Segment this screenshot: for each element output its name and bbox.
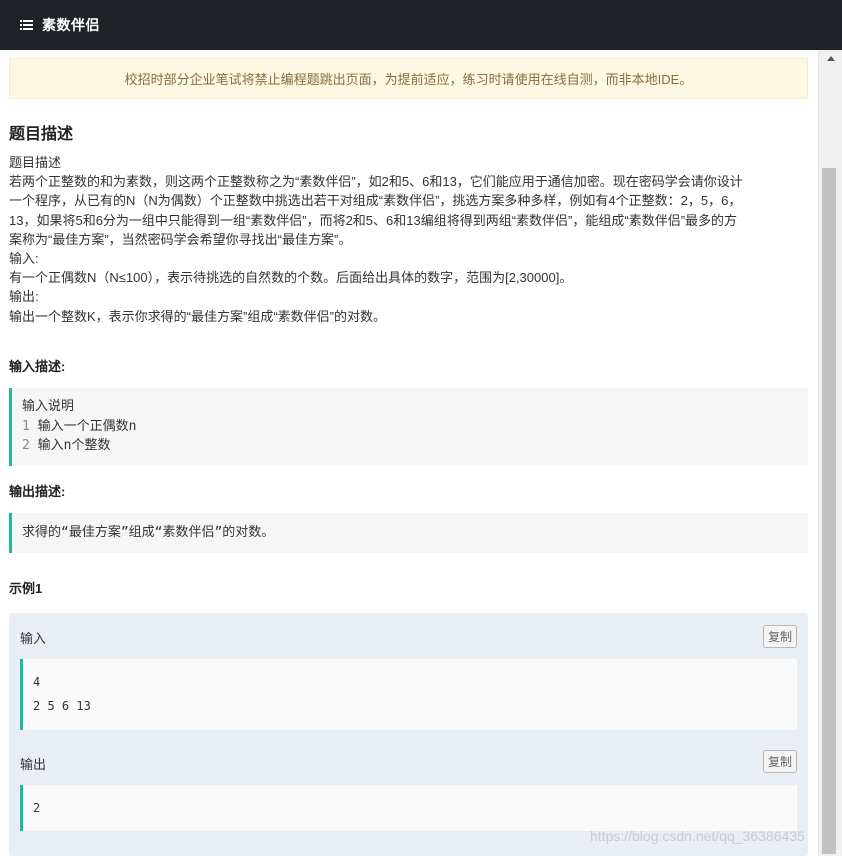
output-description-title: 输出描述: bbox=[9, 484, 66, 499]
problem-section-title: 题目描述 bbox=[9, 126, 74, 143]
copy-output-button[interactable]: 复制 bbox=[763, 750, 797, 773]
input-description-header: 输入说明 bbox=[22, 399, 75, 414]
notice-text: 校招时部分企业笔试将禁止编程题跳出页面，为提前适应，练习时请使用在线自测，而非本… bbox=[124, 72, 693, 87]
description-line: 输出一个整数K，表示你求得的“最佳方案”组成“素数伴侣”的对数。 bbox=[9, 308, 386, 324]
description-line: 一个程序，从已有的N（N为偶数）个正整数中挑选出若干对组成“素数伴侣”，挑选方案… bbox=[9, 193, 742, 209]
example-output-label: 输出 bbox=[20, 757, 47, 772]
description-line: 若两个正整数的和为素数，则这两个正整数称之为“素数伴侣”，如2和5、6和13，它… bbox=[9, 174, 743, 190]
top-navbar: 素数伴侣 bbox=[0, 0, 842, 50]
example-output-line: 2 bbox=[33, 801, 41, 815]
copy-input-button[interactable]: 复制 bbox=[763, 625, 797, 648]
example-panel: 输入 复制 4 2 5 6 13 输出 复制 2 bbox=[9, 613, 808, 856]
main-content: 校招时部分企业笔试将禁止编程题跳出页面，为提前适应，练习时请使用在线自测，而非本… bbox=[0, 50, 818, 856]
output-description-text: 求得的“最佳方案”组成“素数伴侣”的对数。 bbox=[22, 525, 275, 540]
output-description-box: 求得的“最佳方案”组成“素数伴侣”的对数。 bbox=[9, 513, 808, 553]
example-input-line: 2 5 6 13 bbox=[33, 699, 91, 713]
list-icon[interactable] bbox=[20, 19, 33, 31]
description-line: 13，如果将5和6分为一组中只能得到一组“素数伴侣”，而将2和5、6和13编组将… bbox=[9, 212, 738, 228]
input-description-line: 2 输入n个整数 bbox=[22, 436, 808, 456]
vertical-scrollbar[interactable] bbox=[818, 50, 842, 856]
page-title: 素数伴侣 bbox=[42, 17, 100, 33]
warning-notice: 校招时部分企业笔试将禁止编程题跳出页面，为提前适应，练习时请使用在线自测，而非本… bbox=[9, 58, 808, 99]
example-title: 示例1 bbox=[9, 581, 43, 596]
line-text: 输入一个正偶数n bbox=[29, 418, 137, 434]
description-line: 案称为“最佳方案”，当然密码学会希望你寻找出“最佳方案”。 bbox=[9, 231, 352, 247]
input-description-box: 输入说明 1 输入一个正偶数n 2 输入n个整数 bbox=[9, 388, 808, 466]
line-text: 输入n个整数 bbox=[29, 438, 111, 453]
watermark: https://blog.csdn.net/qq_36386435 bbox=[590, 828, 805, 844]
input-description-title: 输入描述: bbox=[9, 359, 66, 374]
example-input-line: 4 bbox=[33, 675, 41, 689]
description-line: 有一个正偶数N（N≤100），表示待挑选的自然数的个数。后面给出具体的数字，范围… bbox=[9, 270, 573, 286]
example-input-box[interactable]: 4 2 5 6 13 bbox=[20, 659, 797, 730]
line-number: 2 bbox=[22, 438, 30, 453]
input-description-line: 1 输入一个正偶数n bbox=[22, 417, 808, 437]
example-input-label: 输入 bbox=[20, 631, 47, 646]
scroll-up-arrow-icon[interactable] bbox=[827, 56, 835, 61]
scrollbar-thumb[interactable] bbox=[822, 168, 836, 854]
description-line: 输入: bbox=[9, 251, 39, 267]
problem-description: 题目描述 若两个正整数的和为素数，则这两个正整数称之为“素数伴侣”，如2和5、6… bbox=[9, 153, 809, 326]
example-output-box[interactable]: 2 bbox=[20, 785, 797, 831]
description-line: 题目描述 bbox=[9, 155, 62, 170]
description-line: 输出: bbox=[9, 289, 39, 305]
line-number: 1 bbox=[22, 418, 30, 434]
